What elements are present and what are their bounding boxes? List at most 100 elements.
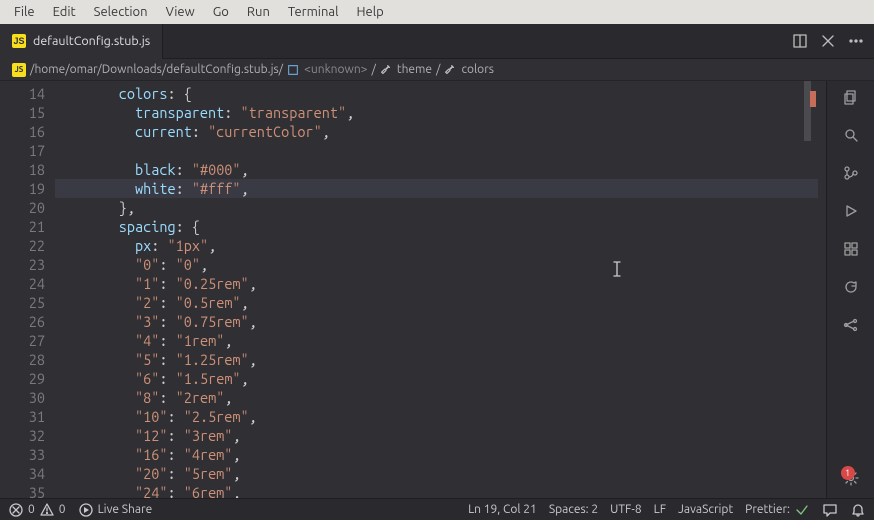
code-line[interactable]: },	[55, 198, 826, 217]
javascript-file-icon: JS	[12, 63, 26, 77]
code-line[interactable]: px: "1px",	[55, 236, 826, 255]
code-line[interactable]: "24": "6rem",	[55, 483, 826, 498]
status-eol[interactable]: LF	[654, 503, 666, 516]
menu-help[interactable]: Help	[348, 3, 391, 21]
notification-badge: 1	[841, 466, 855, 480]
close-tab-icon[interactable]	[820, 33, 836, 49]
code-line[interactable]: "1": "0.25rem",	[55, 274, 826, 293]
status-errors[interactable]: 0 0	[8, 502, 66, 518]
tab-bar: JS defaultConfig.stub.js	[0, 24, 874, 59]
code-line[interactable]: "6": "1.5rem",	[55, 369, 826, 388]
error-count: 0	[28, 503, 35, 516]
breadcrumb-sep: /	[371, 63, 375, 76]
line-number: 27	[0, 331, 45, 350]
status-cursor-position[interactable]: Ln 19, Col 21	[468, 503, 537, 516]
feedback-icon[interactable]	[822, 502, 838, 518]
bell-icon[interactable]	[850, 502, 866, 518]
code-content[interactable]: colors: { transparent: "transparent", cu…	[55, 81, 826, 498]
code-line[interactable]: "5": "1.25rem",	[55, 350, 826, 369]
main: 1415161718192021222324252627282930313233…	[0, 81, 874, 498]
status-encoding[interactable]: UTF-8	[610, 503, 641, 516]
breadcrumb-path: /home/omar/Downloads/defaultConfig.stub.…	[30, 63, 283, 76]
search-icon[interactable]	[843, 127, 859, 143]
javascript-file-icon: JS	[12, 34, 26, 48]
editor-tab[interactable]: JS defaultConfig.stub.js	[0, 24, 163, 59]
line-number: 21	[0, 217, 45, 236]
tab-filename: defaultConfig.stub.js	[33, 34, 150, 48]
menu-edit[interactable]: Edit	[45, 3, 84, 21]
breadcrumb-unknown: <unknown>	[304, 63, 367, 76]
code-line[interactable]: "12": "3rem",	[55, 426, 826, 445]
wrench-icon	[443, 63, 457, 77]
status-language[interactable]: JavaScript	[678, 503, 733, 516]
settings-gear-icon[interactable]: 1	[843, 470, 859, 486]
code-line[interactable]: spacing: {	[55, 217, 826, 236]
menu-file[interactable]: File	[6, 3, 43, 21]
live-share-label: Live Share	[98, 503, 153, 516]
code-line[interactable]: "3": "0.75rem",	[55, 312, 826, 331]
run-debug-icon[interactable]	[843, 203, 859, 219]
code-line[interactable]: black: "#000",	[55, 160, 826, 179]
menu-go[interactable]: Go	[205, 3, 237, 21]
code-line[interactable]: "2": "0.5rem",	[55, 293, 826, 312]
code-line[interactable]: "4": "1rem",	[55, 331, 826, 350]
files-icon[interactable]	[843, 89, 859, 105]
code-editor[interactable]: 1415161718192021222324252627282930313233…	[0, 81, 826, 498]
line-number: 35	[0, 483, 45, 498]
line-number: 25	[0, 293, 45, 312]
status-live-share[interactable]: Live Share	[78, 502, 153, 518]
source-control-icon[interactable]	[843, 165, 859, 181]
breadcrumb-sep: /	[436, 63, 440, 76]
code-line[interactable]: "20": "5rem",	[55, 464, 826, 483]
line-number: 22	[0, 236, 45, 255]
line-number: 29	[0, 369, 45, 388]
line-number: 19	[0, 179, 45, 198]
menu-terminal[interactable]: Terminal	[280, 3, 347, 21]
breadcrumb-theme: theme	[397, 63, 432, 76]
extensions-icon[interactable]	[843, 241, 859, 257]
share-icon[interactable]	[843, 317, 859, 333]
code-line[interactable]: colors: {	[55, 84, 826, 103]
wrench-icon	[379, 63, 393, 77]
code-line[interactable]: "8": "2rem",	[55, 388, 826, 407]
line-number: 26	[0, 312, 45, 331]
warning-count: 0	[59, 503, 66, 516]
more-actions-icon[interactable]	[848, 33, 864, 49]
code-line[interactable]: current: "currentColor",	[55, 122, 826, 141]
line-number-gutter: 1415161718192021222324252627282930313233…	[0, 81, 55, 498]
menubar: FileEditSelectionViewGoRunTerminalHelp	[0, 0, 874, 24]
text-cursor-icon	[612, 261, 622, 277]
breadcrumbs[interactable]: JS /home/omar/Downloads/defaultConfig.st…	[0, 59, 874, 81]
line-number: 24	[0, 274, 45, 293]
line-number: 32	[0, 426, 45, 445]
line-number: 34	[0, 464, 45, 483]
line-number: 31	[0, 407, 45, 426]
code-line[interactable]: "10": "2.5rem",	[55, 407, 826, 426]
line-number: 18	[0, 160, 45, 179]
line-number: 16	[0, 122, 45, 141]
line-number: 20	[0, 198, 45, 217]
tab-actions	[782, 33, 874, 49]
line-number: 23	[0, 255, 45, 274]
warning-icon	[39, 502, 55, 518]
split-editor-icon[interactable]	[792, 33, 808, 49]
code-line[interactable]: "0": "0",	[55, 255, 826, 274]
live-share-icon	[78, 502, 94, 518]
status-indentation[interactable]: Spaces: 2	[549, 503, 598, 516]
prettier-label: Prettier:	[745, 503, 790, 516]
code-line[interactable]: transparent: "transparent",	[55, 103, 826, 122]
refresh-icon[interactable]	[843, 279, 859, 295]
line-number: 33	[0, 445, 45, 464]
menu-view[interactable]: View	[158, 3, 203, 21]
line-number: 30	[0, 388, 45, 407]
code-line[interactable]: "16": "4rem",	[55, 445, 826, 464]
status-bar: 0 0 Live Share Ln 19, Col 21 Spaces: 2 U…	[0, 498, 874, 520]
line-number: 17	[0, 141, 45, 160]
menu-run[interactable]: Run	[239, 3, 278, 21]
line-number: 28	[0, 350, 45, 369]
status-prettier[interactable]: Prettier:	[745, 502, 810, 518]
line-number: 14	[0, 84, 45, 103]
code-line[interactable]	[55, 141, 826, 160]
breadcrumb-colors: colors	[461, 63, 493, 76]
menu-selection[interactable]: Selection	[86, 3, 156, 21]
